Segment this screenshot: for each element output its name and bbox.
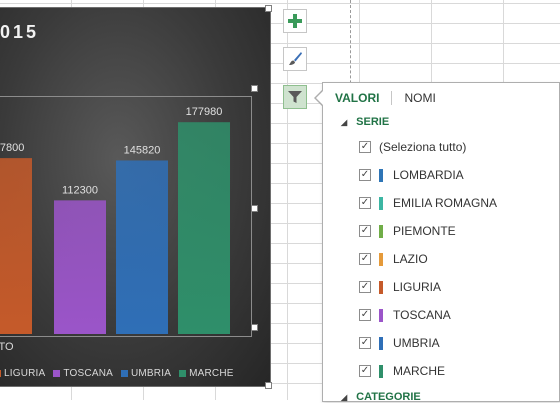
series-color-swatch xyxy=(379,196,383,210)
chart-area[interactable]: 015 147800112300145820177980 ATO LIGURIA… xyxy=(0,8,270,386)
bar-marche[interactable] xyxy=(178,122,230,334)
legend-label: UMBRIA xyxy=(130,368,172,379)
legend-swatch xyxy=(0,370,1,377)
tab-nomi[interactable]: NOMI xyxy=(392,91,445,105)
series-label: TOSCANA xyxy=(393,308,451,322)
data-label[interactable]: 177980 xyxy=(186,106,223,118)
series-filter-item[interactable]: ✓ LAZIO xyxy=(359,249,428,269)
legend-entry[interactable]: LIGURIA xyxy=(0,368,45,379)
chart-legend[interactable]: LIGURIA TOSCANA UMBRIA MARCHE xyxy=(0,368,242,382)
select-all-checkbox[interactable]: ✓ xyxy=(359,141,371,153)
series-label: MARCHE xyxy=(393,364,446,378)
series-label: LIGURIA xyxy=(393,280,442,294)
series-checkbox[interactable]: ✓ xyxy=(359,337,371,349)
series-heading: SERIE xyxy=(356,116,390,128)
legend-label: TOSCANA xyxy=(63,368,113,379)
categories-heading: CATEGORIE xyxy=(356,391,421,403)
series-label: UMBRIA xyxy=(393,336,440,350)
series-color-swatch xyxy=(379,308,383,322)
series-color-swatch xyxy=(379,224,383,238)
series-filter-item[interactable]: ✓ LOMBARDIA xyxy=(359,165,464,185)
series-filter-item[interactable]: ✓ PIEMONTE xyxy=(359,221,456,241)
tab-valori[interactable]: VALORI xyxy=(335,91,393,105)
panel-tabs: VALORI NOMI xyxy=(335,91,446,109)
chart-filters-panel: VALORI NOMI ◢ SERIE ✓ (Seleziona tutto) ✓… xyxy=(322,82,560,403)
series-color-swatch xyxy=(379,336,383,350)
bar-umbria[interactable] xyxy=(116,160,168,334)
plus-icon xyxy=(288,14,302,28)
select-all-item[interactable]: ✓ (Seleziona tutto) xyxy=(359,137,466,157)
chart-styles-button[interactable] xyxy=(283,47,307,71)
series-checkbox[interactable]: ✓ xyxy=(359,365,371,377)
category-axis-label: ATO xyxy=(0,341,14,353)
series-label: PIEMONTE xyxy=(393,224,456,238)
series-section-header[interactable]: ◢ SERIE xyxy=(341,116,389,128)
series-color-swatch xyxy=(379,364,383,378)
legend-entry[interactable]: TOSCANA xyxy=(53,368,113,379)
data-label[interactable]: 112300 xyxy=(62,184,98,196)
series-filter-item[interactable]: ✓ LIGURIA xyxy=(359,277,441,297)
series-color-swatch xyxy=(379,280,383,294)
legend-entry[interactable]: MARCHE xyxy=(179,368,234,379)
series-checkbox[interactable]: ✓ xyxy=(359,281,371,293)
chart-resize-handle[interactable] xyxy=(265,5,272,12)
legend-label: MARCHE xyxy=(189,368,234,379)
legend-swatch xyxy=(179,370,187,377)
bar-toscana[interactable] xyxy=(54,200,106,334)
series-checkbox[interactable]: ✓ xyxy=(359,225,371,237)
chart-elements-button[interactable] xyxy=(283,9,307,33)
series-checkbox[interactable]: ✓ xyxy=(359,309,371,321)
collapse-triangle-icon: ◢ xyxy=(341,117,348,127)
series-label: EMILIA ROMAGNA xyxy=(393,196,498,210)
plot-resize-handle[interactable] xyxy=(251,324,258,331)
data-label[interactable]: 147800 xyxy=(0,142,24,154)
legend-swatch xyxy=(120,370,128,377)
select-all-label: (Seleziona tutto) xyxy=(379,140,467,154)
categories-section-header[interactable]: ◢ CATEGORIE xyxy=(341,391,421,403)
chart-resize-handle[interactable] xyxy=(265,382,272,389)
series-label: LOMBARDIA xyxy=(393,168,464,182)
series-color-swatch xyxy=(379,168,383,182)
series-label: LAZIO xyxy=(393,252,428,266)
legend-swatch xyxy=(53,370,61,377)
bar-liguria[interactable] xyxy=(0,158,32,334)
chart-filters-button[interactable] xyxy=(283,85,307,109)
legend-entry[interactable]: UMBRIA xyxy=(120,368,172,379)
series-filter-item[interactable]: ✓ EMILIA ROMAGNA xyxy=(359,193,497,213)
series-checkbox[interactable]: ✓ xyxy=(359,169,371,181)
plot-resize-handle[interactable] xyxy=(251,85,258,92)
series-color-swatch xyxy=(379,252,383,266)
series-filter-item[interactable]: ✓ MARCHE xyxy=(359,361,445,381)
collapse-triangle-icon: ◢ xyxy=(341,392,348,402)
data-label[interactable]: 145820 xyxy=(124,144,161,156)
panel-pointer-fill xyxy=(316,91,323,105)
series-checkbox[interactable]: ✓ xyxy=(359,197,371,209)
bar-chart[interactable]: 147800 112300 145820 177980 xyxy=(0,8,270,386)
plot-resize-handle[interactable] xyxy=(251,205,258,212)
legend-label: LIGURIA xyxy=(4,368,46,379)
series-filter-item[interactable]: ✓ UMBRIA xyxy=(359,333,440,353)
filter-icon xyxy=(288,91,302,103)
series-checkbox[interactable]: ✓ xyxy=(359,253,371,265)
series-filter-item[interactable]: ✓ TOSCANA xyxy=(359,305,451,325)
brush-icon xyxy=(289,52,302,65)
